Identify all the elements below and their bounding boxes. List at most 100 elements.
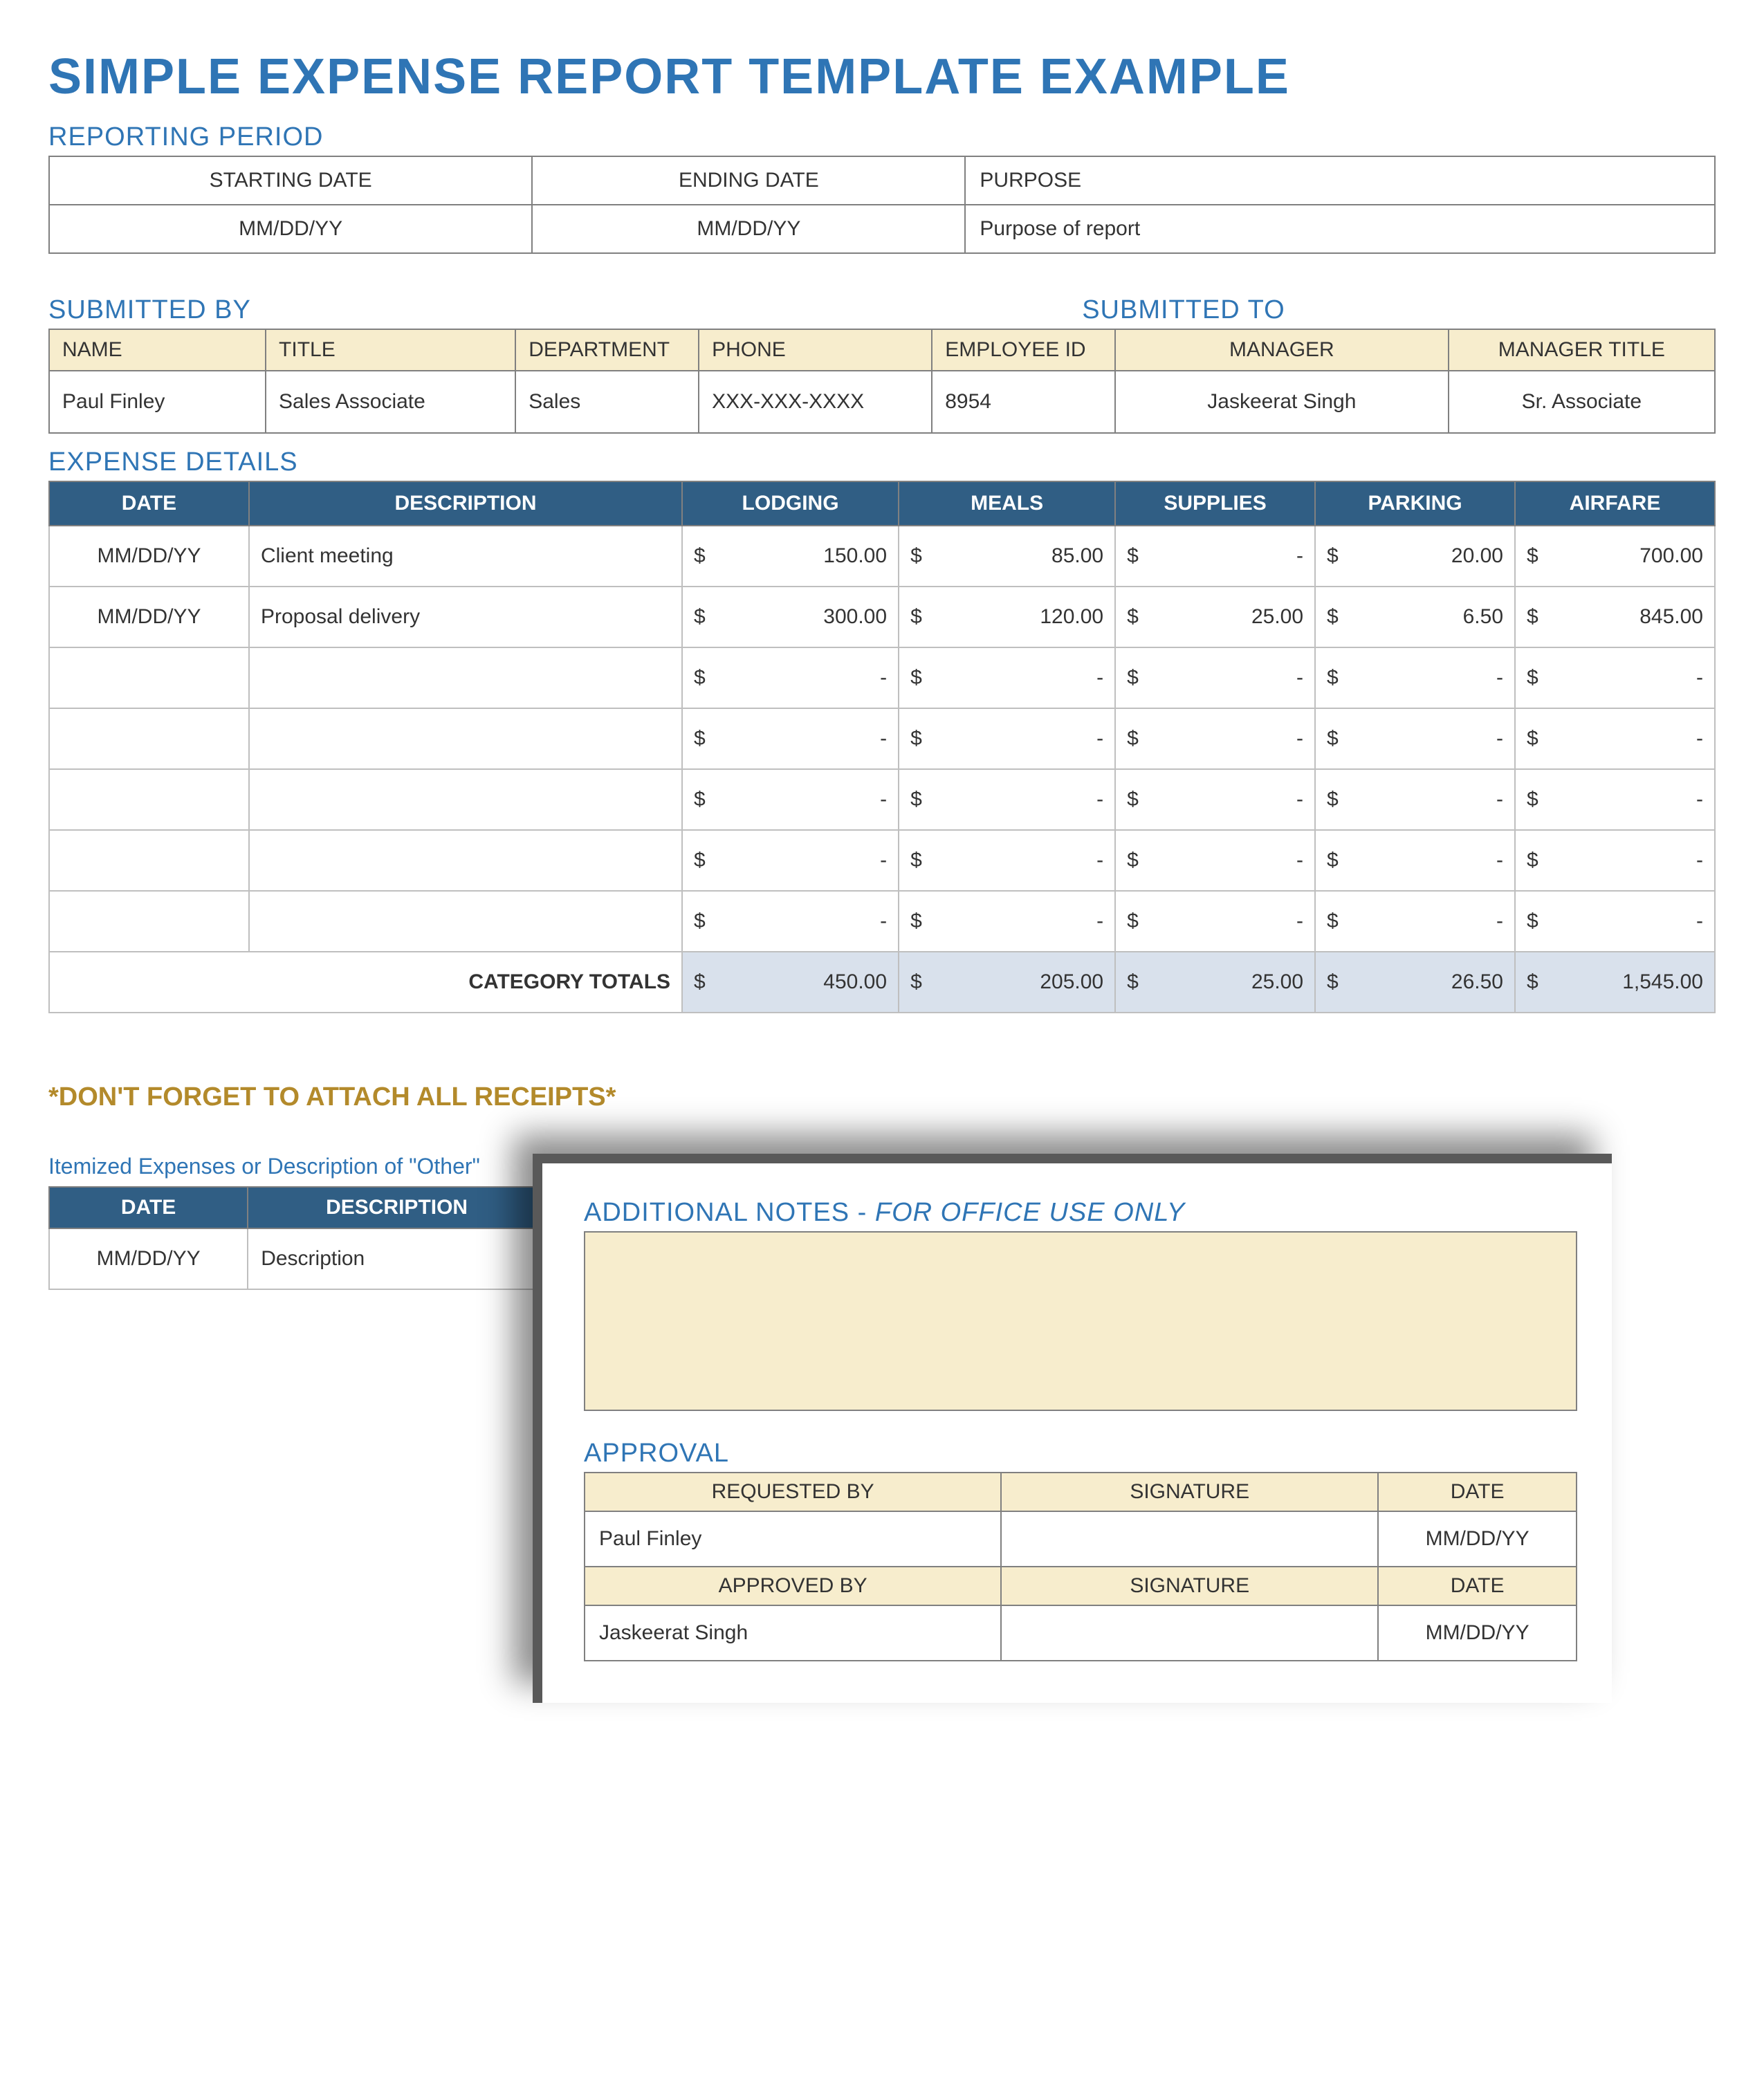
col-header: DATE	[1378, 1473, 1577, 1511]
col-header: SIGNATURE	[1001, 1567, 1378, 1605]
phone-cell[interactable]: XXX-XXX-XXXX	[699, 371, 932, 433]
table-row: Paul Finley Sales Associate Sales XXX-XX…	[49, 371, 1715, 433]
expense-meals-cell[interactable]: $-	[899, 891, 1115, 952]
expense-parking-cell[interactable]: $6.50	[1315, 587, 1515, 647]
manager-title-cell[interactable]: Sr. Associate	[1449, 371, 1715, 433]
starting-date-cell[interactable]: MM/DD/YY	[49, 205, 532, 253]
table-row: MM/DD/YY Description	[49, 1228, 546, 1289]
submitted-table: NAME TITLE DEPARTMENT PHONE EMPLOYEE ID …	[48, 329, 1716, 434]
col-header: SIGNATURE	[1001, 1473, 1378, 1511]
expense-meals-cell[interactable]: $85.00	[899, 526, 1115, 587]
expense-description-cell[interactable]: Client meeting	[249, 526, 682, 587]
expense-description-cell[interactable]	[249, 708, 682, 769]
expense-description-cell[interactable]	[249, 830, 682, 891]
expense-supplies-cell[interactable]: $-	[1115, 891, 1315, 952]
employee-id-cell[interactable]: 8954	[932, 371, 1115, 433]
additional-notes-heading: ADDITIONAL NOTES - FOR OFFICE USE ONLY	[584, 1198, 1577, 1228]
expense-date-cell[interactable]: MM/DD/YY	[49, 587, 249, 647]
col-header: DATE	[49, 1187, 248, 1228]
expense-airfare-cell[interactable]: $700.00	[1515, 526, 1715, 587]
expense-lodging-cell[interactable]: $-	[682, 830, 899, 891]
expense-supplies-cell[interactable]: $-	[1115, 769, 1315, 830]
expense-description-cell[interactable]: Proposal delivery	[249, 587, 682, 647]
requested-by-cell[interactable]: Paul Finley	[585, 1511, 1001, 1567]
department-cell[interactable]: Sales	[515, 371, 699, 433]
expense-meals-cell[interactable]: $120.00	[899, 587, 1115, 647]
additional-notes-box[interactable]	[584, 1231, 1577, 1411]
expense-lodging-cell[interactable]: $-	[682, 891, 899, 952]
expense-supplies-cell[interactable]: $25.00	[1115, 587, 1315, 647]
expense-date-cell[interactable]	[49, 769, 249, 830]
expense-lodging-cell[interactable]: $300.00	[682, 587, 899, 647]
expense-supplies-cell[interactable]: $-	[1115, 830, 1315, 891]
overlay-panel: ADDITIONAL NOTES - FOR OFFICE USE ONLY A…	[533, 1154, 1612, 1703]
manager-cell[interactable]: Jaskeerat Singh	[1115, 371, 1449, 433]
expense-airfare-cell[interactable]: $-	[1515, 708, 1715, 769]
total-supplies-cell: $25.00	[1115, 952, 1315, 1013]
total-lodging-cell: $450.00	[682, 952, 899, 1013]
col-header: LODGING	[682, 481, 899, 526]
expense-details-heading: EXPENSE DETAILS	[48, 448, 1716, 477]
expense-parking-cell[interactable]: $-	[1315, 891, 1515, 952]
table-row: STARTING DATE ENDING DATE PURPOSE	[49, 156, 1715, 205]
expense-airfare-cell[interactable]: $-	[1515, 769, 1715, 830]
expense-parking-cell[interactable]: $-	[1315, 769, 1515, 830]
expense-lodging-cell[interactable]: $-	[682, 769, 899, 830]
expense-meals-cell[interactable]: $-	[899, 708, 1115, 769]
table-row: $-$-$-$-$-	[49, 830, 1715, 891]
expense-lodging-cell[interactable]: $150.00	[682, 526, 899, 587]
table-row: $-$-$-$-$-	[49, 769, 1715, 830]
notes-heading-plain: ADDITIONAL NOTES -	[584, 1198, 875, 1227]
expense-airfare-cell[interactable]: $845.00	[1515, 587, 1715, 647]
col-header: ENDING DATE	[532, 156, 965, 205]
expense-airfare-cell[interactable]: $-	[1515, 891, 1715, 952]
name-cell[interactable]: Paul Finley	[49, 371, 266, 433]
expense-date-cell[interactable]	[49, 647, 249, 708]
expense-description-cell[interactable]	[249, 769, 682, 830]
expense-meals-cell[interactable]: $-	[899, 769, 1115, 830]
table-row: $-$-$-$-$-	[49, 647, 1715, 708]
col-header: DATE	[49, 481, 249, 526]
approved-signature-cell[interactable]	[1001, 1605, 1378, 1661]
expense-lodging-cell[interactable]: $-	[682, 708, 899, 769]
table-row: $-$-$-$-$-	[49, 708, 1715, 769]
table-row: DATE DESCRIPTION	[49, 1187, 546, 1228]
col-header: PURPOSE	[965, 156, 1715, 205]
expense-date-cell[interactable]	[49, 891, 249, 952]
expense-supplies-cell[interactable]: $-	[1115, 647, 1315, 708]
title-cell[interactable]: Sales Associate	[266, 371, 515, 433]
expense-description-cell[interactable]	[249, 891, 682, 952]
requested-signature-cell[interactable]	[1001, 1511, 1378, 1567]
col-header: SUPPLIES	[1115, 481, 1315, 526]
category-totals-label: CATEGORY TOTALS	[49, 952, 682, 1013]
col-header: MANAGER TITLE	[1449, 329, 1715, 371]
expense-parking-cell[interactable]: $20.00	[1315, 526, 1515, 587]
itemized-description-cell[interactable]: Description	[248, 1228, 546, 1289]
expense-meals-cell[interactable]: $-	[899, 830, 1115, 891]
expense-supplies-cell[interactable]: $-	[1115, 526, 1315, 587]
expense-date-cell[interactable]	[49, 708, 249, 769]
receipts-note: *DON'T FORGET TO ATTACH ALL RECEIPTS*	[48, 1082, 1716, 1112]
approved-date-cell[interactable]: MM/DD/YY	[1378, 1605, 1577, 1661]
requested-date-cell[interactable]: MM/DD/YY	[1378, 1511, 1577, 1567]
expense-meals-cell[interactable]: $-	[899, 647, 1115, 708]
table-row: APPROVED BY SIGNATURE DATE	[585, 1567, 1577, 1605]
expense-date-cell[interactable]	[49, 830, 249, 891]
expense-table: DATE DESCRIPTION LODGING MEALS SUPPLIES …	[48, 481, 1716, 1013]
expense-parking-cell[interactable]: $-	[1315, 830, 1515, 891]
expense-description-cell[interactable]	[249, 647, 682, 708]
ending-date-cell[interactable]: MM/DD/YY	[532, 205, 965, 253]
expense-parking-cell[interactable]: $-	[1315, 708, 1515, 769]
reporting-period-table: STARTING DATE ENDING DATE PURPOSE MM/DD/…	[48, 156, 1716, 254]
col-header: DESCRIPTION	[249, 481, 682, 526]
purpose-cell[interactable]: Purpose of report	[965, 205, 1715, 253]
approved-by-cell[interactable]: Jaskeerat Singh	[585, 1605, 1001, 1661]
expense-supplies-cell[interactable]: $-	[1115, 708, 1315, 769]
expense-date-cell[interactable]: MM/DD/YY	[49, 526, 249, 587]
itemized-date-cell[interactable]: MM/DD/YY	[49, 1228, 248, 1289]
approval-table: REQUESTED BY SIGNATURE DATE Paul Finley …	[584, 1472, 1577, 1661]
expense-airfare-cell[interactable]: $-	[1515, 830, 1715, 891]
expense-parking-cell[interactable]: $-	[1315, 647, 1515, 708]
expense-lodging-cell[interactable]: $-	[682, 647, 899, 708]
expense-airfare-cell[interactable]: $-	[1515, 647, 1715, 708]
